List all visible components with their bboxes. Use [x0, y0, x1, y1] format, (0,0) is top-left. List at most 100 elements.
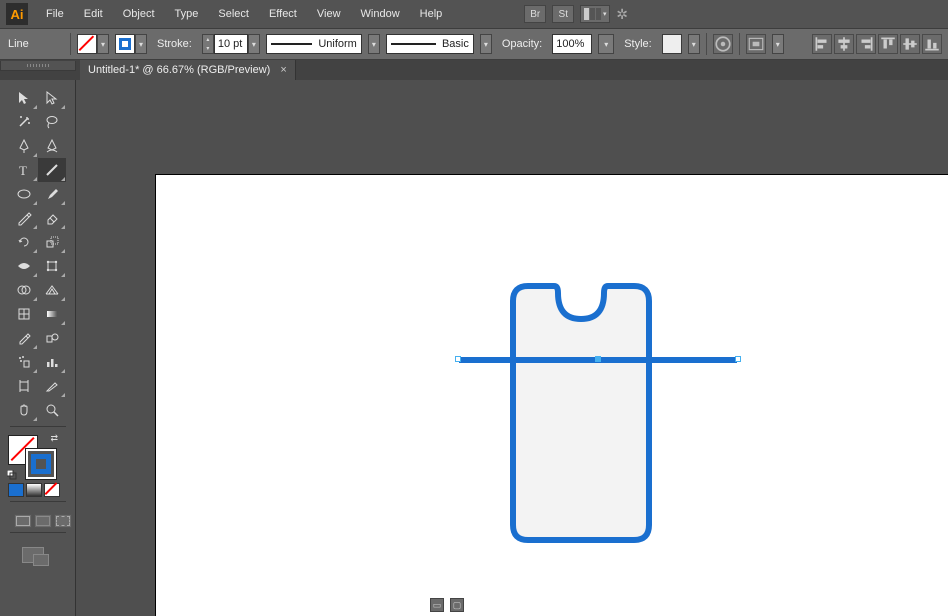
type-tool[interactable]: T	[10, 158, 38, 182]
pencil-tool[interactable]	[10, 206, 38, 230]
shape-builder-tool[interactable]	[10, 278, 38, 302]
bridge-button[interactable]: Br	[524, 5, 546, 23]
layout-icon	[584, 8, 601, 20]
handle-right[interactable]	[735, 356, 741, 362]
document-tab-close[interactable]: ×	[280, 64, 286, 76]
align-top-button[interactable]	[878, 34, 898, 54]
align-to-button[interactable]	[746, 34, 766, 54]
stroke-swatch[interactable]	[115, 34, 135, 54]
stroke-weight-field: ▴▾	[202, 34, 260, 54]
var-width-label: Uniform	[318, 38, 357, 50]
sync-icon[interactable]: ✲	[616, 6, 628, 23]
canvas-edit-button-2[interactable]: ▢	[450, 598, 464, 612]
variable-width-profile[interactable]: Uniform	[266, 34, 362, 54]
menu-file[interactable]: File	[36, 3, 74, 25]
menu-effect[interactable]: Effect	[259, 3, 307, 25]
eraser-tool[interactable]	[38, 206, 66, 230]
tool-grid: T	[10, 86, 66, 422]
draw-behind[interactable]	[34, 514, 52, 528]
menu-view[interactable]: View	[307, 3, 351, 25]
graphic-style-swatch[interactable]	[662, 34, 682, 54]
tool-divider	[10, 532, 66, 533]
align-bottom-button[interactable]	[922, 34, 942, 54]
menu-edit[interactable]: Edit	[74, 3, 113, 25]
color-mode-gradient[interactable]	[26, 483, 42, 497]
hand-tool[interactable]	[10, 398, 38, 422]
paintbrush-icon	[44, 186, 60, 202]
stroke-weight-dropdown[interactable]	[248, 34, 260, 54]
align-vcenter-button[interactable]	[900, 34, 920, 54]
column-graph-tool[interactable]	[38, 350, 66, 374]
selection-tool[interactable]	[10, 86, 38, 110]
paintbrush-tool[interactable]	[38, 182, 66, 206]
brush-dropdown[interactable]	[480, 34, 492, 54]
brush-definition[interactable]: Basic	[386, 34, 474, 54]
zoom-tool[interactable]	[38, 398, 66, 422]
recolor-button[interactable]	[713, 34, 733, 54]
menu-object[interactable]: Object	[113, 3, 165, 25]
align-right-button[interactable]	[856, 34, 876, 54]
tool-panel-collapse[interactable]	[0, 61, 76, 71]
swap-fill-stroke[interactable]: ⇄	[50, 433, 58, 444]
workspace-layout-button[interactable]: ▾	[580, 5, 610, 23]
menu-window[interactable]: Window	[351, 3, 410, 25]
symbol-sprayer-tool[interactable]	[10, 350, 38, 374]
draw-normal[interactable]	[14, 514, 32, 528]
stroke-color[interactable]	[26, 449, 56, 479]
selection-icon	[16, 90, 32, 106]
artboard-tool[interactable]	[10, 374, 38, 398]
align-to-dropdown[interactable]	[772, 34, 784, 54]
draw-inside[interactable]	[54, 514, 72, 528]
pen-tool[interactable]	[10, 134, 38, 158]
magic-wand-tool[interactable]	[10, 110, 38, 134]
canvas-edit-button-1[interactable]: ▭	[430, 598, 444, 612]
artwork-line-selected[interactable]	[459, 357, 737, 363]
align-left-button[interactable]	[812, 34, 832, 54]
blend-tool[interactable]	[38, 326, 66, 350]
stroke-dropdown[interactable]	[135, 34, 147, 54]
shape-builder-icon	[16, 282, 32, 298]
artwork-battery-shape[interactable]	[510, 283, 652, 543]
canvas-edit-controls: ▭ ▢	[430, 598, 464, 612]
gradient-tool[interactable]	[38, 302, 66, 326]
align-bottom-icon	[923, 35, 941, 53]
fill-dropdown[interactable]	[97, 34, 109, 54]
slice-tool[interactable]	[38, 374, 66, 398]
stroke-weight-input[interactable]	[214, 34, 248, 54]
color-wheel-icon	[714, 35, 732, 53]
variable-width-dropdown[interactable]	[368, 34, 380, 54]
canvas-area[interactable]: ▭ ▢	[76, 80, 948, 616]
document-tab-title: Untitled-1* @ 66.67% (RGB/Preview)	[88, 64, 270, 76]
document-tab[interactable]: Untitled-1* @ 66.67% (RGB/Preview) ×	[80, 60, 296, 80]
opacity-dropdown[interactable]	[598, 34, 614, 54]
stroke-weight-spinner[interactable]: ▴▾	[202, 34, 214, 54]
opacity-input[interactable]	[552, 34, 592, 54]
rotate-tool[interactable]	[10, 230, 38, 254]
align-hcenter-button[interactable]	[834, 34, 854, 54]
tool-divider	[10, 501, 66, 502]
scale-tool[interactable]	[38, 230, 66, 254]
handle-mid[interactable]	[595, 356, 601, 362]
color-mode-none[interactable]	[44, 483, 60, 497]
perspective-grid-tool[interactable]	[38, 278, 66, 302]
align-group	[812, 34, 944, 54]
curvature-tool[interactable]	[38, 134, 66, 158]
lasso-tool[interactable]	[38, 110, 66, 134]
handle-left[interactable]	[455, 356, 461, 362]
color-mode-solid[interactable]	[8, 483, 24, 497]
width-tool[interactable]	[10, 254, 38, 278]
default-fill-stroke[interactable]	[7, 470, 17, 480]
menu-help[interactable]: Help	[410, 3, 453, 25]
graphic-style-dropdown[interactable]	[688, 34, 700, 54]
mesh-tool[interactable]	[10, 302, 38, 326]
fill-swatch[interactable]	[77, 34, 97, 54]
free-transform-tool[interactable]	[38, 254, 66, 278]
eyedropper-tool[interactable]	[10, 326, 38, 350]
menu-type[interactable]: Type	[165, 3, 209, 25]
ellipse-tool[interactable]	[10, 182, 38, 206]
menu-select[interactable]: Select	[208, 3, 259, 25]
stock-button[interactable]: St	[552, 5, 574, 23]
direct-selection-tool[interactable]	[38, 86, 66, 110]
line-segment-tool[interactable]	[38, 158, 66, 182]
screen-mode-button[interactable]	[22, 547, 44, 563]
